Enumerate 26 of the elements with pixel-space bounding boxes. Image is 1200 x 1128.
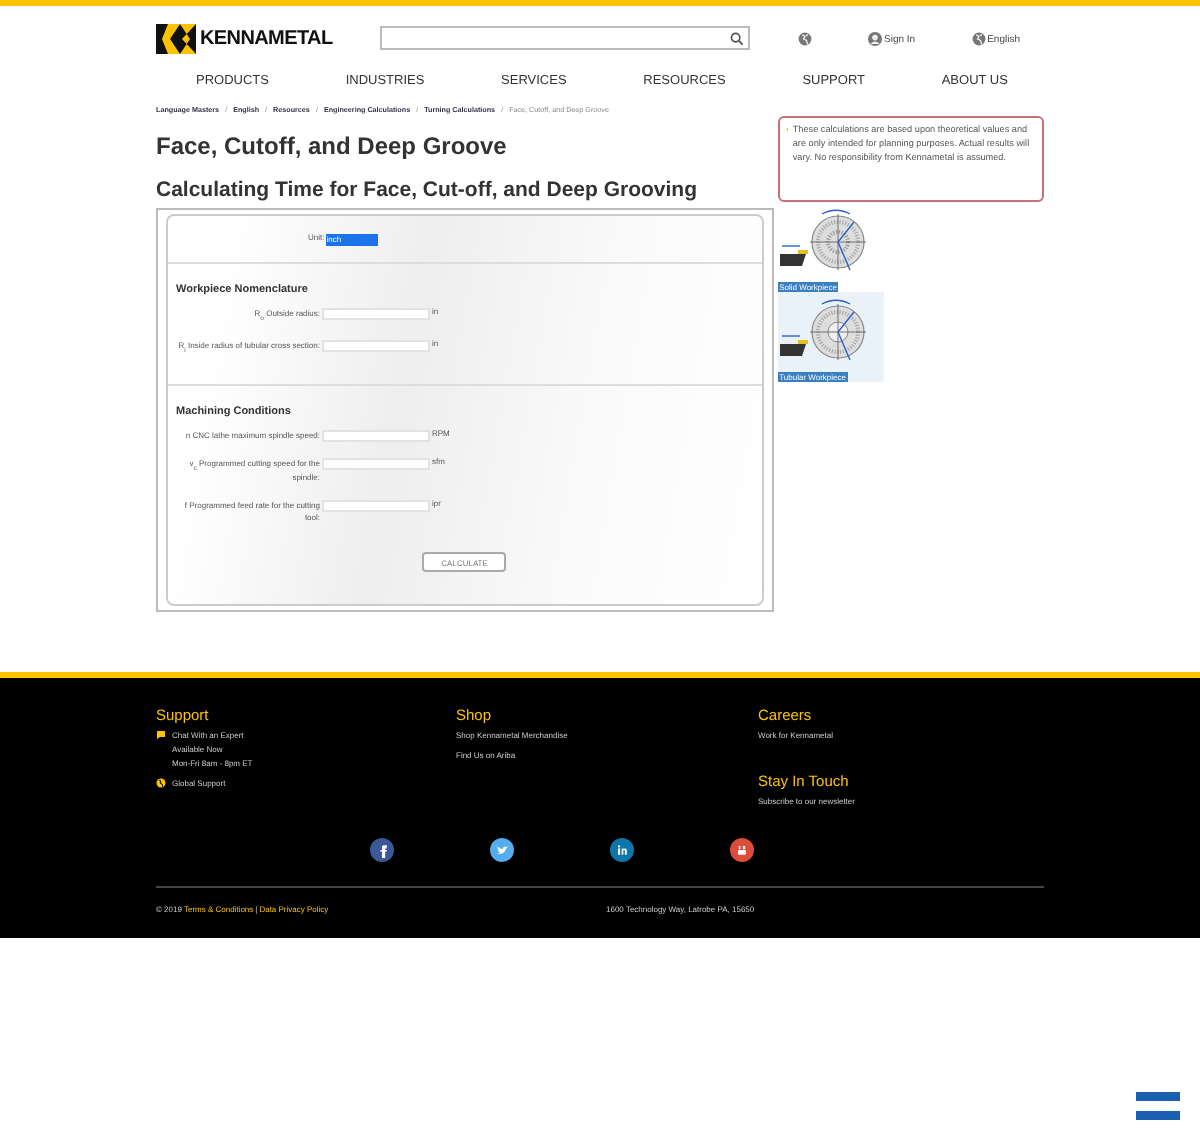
flag-icon[interactable] xyxy=(1136,1092,1180,1120)
facebook-icon xyxy=(374,842,390,858)
search-field[interactable] xyxy=(380,26,750,50)
input-field[interactable] xyxy=(322,339,430,352)
input-field[interactable] xyxy=(322,429,430,442)
search-icon[interactable] xyxy=(730,31,744,45)
youtube-icon xyxy=(734,842,750,858)
logo-text: KENNAMETAL xyxy=(200,27,333,49)
page-title: Face, Cutoff, and Deep Groove xyxy=(156,132,509,160)
globe-button[interactable] xyxy=(798,31,812,45)
facebook-button[interactable] xyxy=(370,838,394,862)
logo-icon xyxy=(156,23,196,53)
input-field[interactable] xyxy=(322,457,430,470)
input-field[interactable] xyxy=(322,500,430,513)
twitter-button[interactable] xyxy=(490,838,514,862)
youtube-button[interactable] xyxy=(730,838,754,862)
chat-icon xyxy=(156,730,166,740)
globe-icon xyxy=(156,778,166,788)
input-field[interactable] xyxy=(322,308,430,320)
page-subtitle: Calculating Time for Face, Cut-off, and Deep Grooving xyxy=(156,178,699,202)
twitter-icon xyxy=(494,842,510,858)
user-icon xyxy=(868,31,882,45)
linkedin-icon xyxy=(614,842,630,858)
globe-icon xyxy=(798,31,812,45)
linkedin-button[interactable] xyxy=(610,838,634,862)
globe-icon xyxy=(971,31,986,45)
